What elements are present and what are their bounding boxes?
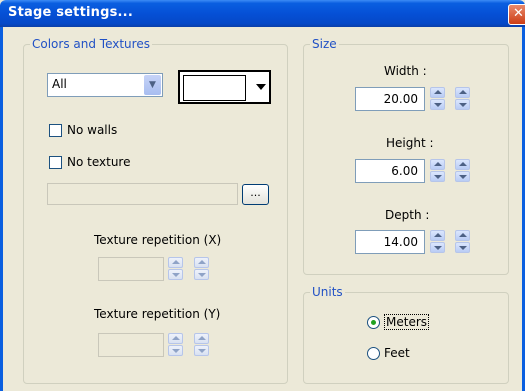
decrement-icon[interactable]: [430, 242, 445, 253]
texture-repetition-y-field[interactable]: [98, 333, 164, 357]
color-swatch: [183, 75, 246, 101]
decrement-icon[interactable]: [194, 269, 209, 280]
feet-label: Feet: [384, 346, 410, 360]
texture-repetition-y-stepper-a[interactable]: [168, 333, 183, 356]
texture-repetition-x-stepper-b[interactable]: [194, 257, 209, 280]
increment-icon[interactable]: [430, 159, 445, 170]
no-texture-label: No texture: [67, 155, 131, 169]
height-stepper-a[interactable]: [430, 159, 445, 182]
browse-texture-button[interactable]: ...: [242, 184, 269, 205]
increment-icon[interactable]: [455, 87, 470, 98]
dropdown-arrow-icon: [256, 84, 266, 90]
color-picker-button[interactable]: [178, 70, 271, 104]
height-value: 6.00: [391, 164, 418, 178]
size-legend: Size: [312, 37, 337, 51]
units-legend: Units: [312, 285, 343, 299]
decrement-icon[interactable]: [194, 345, 209, 356]
width-label: Width :: [384, 64, 427, 78]
units-group: Units: [303, 285, 509, 384]
increment-icon[interactable]: [194, 333, 209, 344]
meters-label: Meters: [384, 314, 430, 330]
decrement-icon[interactable]: [455, 99, 470, 110]
close-button[interactable]: ✕: [508, 4, 525, 25]
increment-icon[interactable]: [430, 87, 445, 98]
decrement-icon[interactable]: [455, 171, 470, 182]
increment-icon[interactable]: [168, 257, 183, 268]
texture-repetition-x-field[interactable]: [98, 257, 164, 281]
meters-radio-dot[interactable]: [367, 315, 380, 329]
decrement-icon[interactable]: [430, 99, 445, 110]
feet-radio-dot[interactable]: [367, 346, 380, 360]
close-icon: ✕: [513, 6, 524, 21]
width-value: 20.00: [383, 92, 418, 106]
texture-path-field[interactable]: [47, 183, 238, 205]
depth-value: 14.00: [383, 235, 418, 249]
texture-repetition-y-stepper-b[interactable]: [194, 333, 209, 356]
no-walls-box[interactable]: [49, 123, 62, 137]
decrement-icon[interactable]: [455, 242, 470, 253]
window-frame-left: [0, 27, 3, 391]
decrement-icon[interactable]: [430, 171, 445, 182]
no-walls-label: No walls: [67, 123, 118, 137]
depth-label: Depth :: [385, 208, 430, 222]
increment-icon[interactable]: [455, 159, 470, 170]
height-field[interactable]: 6.00: [355, 159, 425, 183]
meters-radio[interactable]: Meters: [367, 314, 430, 330]
depth-stepper-b[interactable]: [455, 230, 470, 253]
surface-select-value: All: [52, 77, 67, 91]
depth-stepper-a[interactable]: [430, 230, 445, 253]
depth-field[interactable]: 14.00: [355, 230, 425, 254]
texture-repetition-y-label: Texture repetition (Y): [94, 307, 221, 321]
width-field[interactable]: 20.00: [355, 87, 425, 111]
window-title: Stage settings...: [8, 5, 133, 20]
increment-icon[interactable]: [168, 333, 183, 344]
colors-textures-legend: Colors and Textures: [32, 37, 150, 51]
surface-select[interactable]: All ▼: [47, 73, 163, 97]
title-bar[interactable]: Stage settings... ✕: [0, 0, 525, 27]
chevron-down-icon[interactable]: ▼: [144, 75, 161, 95]
height-label: Height :: [386, 136, 434, 150]
texture-repetition-x-stepper-a[interactable]: [168, 257, 183, 280]
texture-repetition-x-label: Texture repetition (X): [94, 233, 222, 247]
browse-label: ...: [250, 186, 261, 199]
increment-icon[interactable]: [455, 230, 470, 241]
increment-icon[interactable]: [194, 257, 209, 268]
width-stepper-a[interactable]: [430, 87, 445, 110]
width-stepper-b[interactable]: [455, 87, 470, 110]
feet-radio[interactable]: Feet: [367, 346, 410, 360]
decrement-icon[interactable]: [168, 345, 183, 356]
no-walls-checkbox[interactable]: No walls: [49, 123, 117, 137]
height-stepper-b[interactable]: [455, 159, 470, 182]
no-texture-checkbox[interactable]: No texture: [49, 155, 130, 169]
increment-icon[interactable]: [430, 230, 445, 241]
no-texture-box[interactable]: [49, 155, 62, 169]
decrement-icon[interactable]: [168, 269, 183, 280]
